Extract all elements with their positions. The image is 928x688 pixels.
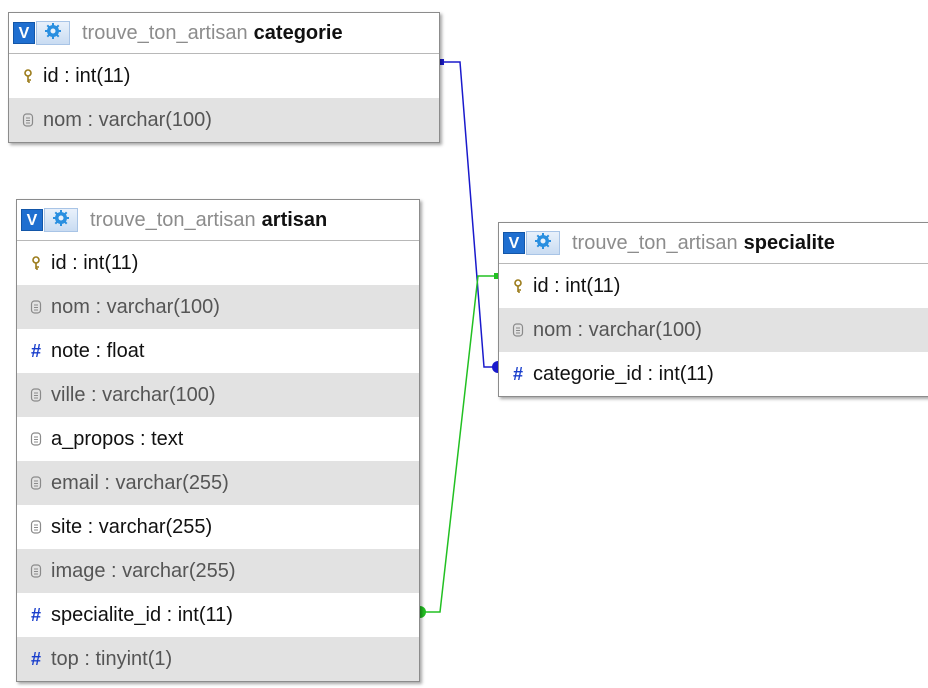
relation-artisan-specialite — [419, 275, 498, 613]
table-title: trouve_ton_artisan specialite — [572, 232, 835, 255]
text-column-icon — [507, 323, 529, 337]
table-name: specialite — [743, 231, 835, 254]
text-column-icon — [25, 300, 47, 314]
database-name: trouve_ton_artisan — [90, 208, 256, 231]
column-label: ville : varchar(100) — [51, 383, 216, 406]
table-artisan[interactable]: V trouve_ton_artisan artisan id : int(11)… — [16, 199, 420, 682]
hash-icon: # — [512, 363, 523, 384]
table-title: trouve_ton_artisan categorie — [82, 22, 343, 45]
column-row[interactable]: id : int(11) — [499, 264, 928, 308]
table-options-button[interactable] — [44, 208, 78, 232]
gear-icon — [45, 22, 61, 44]
toggle-columns-button[interactable]: V — [503, 232, 525, 254]
table-options-button[interactable] — [36, 21, 70, 45]
column-row[interactable]: site : varchar(255) — [17, 505, 419, 549]
gear-icon — [53, 209, 69, 231]
column-row[interactable]: # specialite_id : int(11) — [17, 593, 419, 637]
column-label: categorie_id : int(11) — [533, 362, 714, 385]
column-label: top : tinyint(1) — [51, 647, 173, 670]
column-label: id : int(11) — [533, 274, 621, 297]
text-column-icon — [25, 564, 47, 578]
column-row[interactable]: nom : varchar(100) — [17, 285, 419, 329]
database-name: trouve_ton_artisan — [572, 231, 738, 254]
hash-icon: # — [30, 604, 41, 625]
column-label: a_propos : text — [51, 427, 184, 450]
text-column-icon — [25, 388, 47, 402]
column-row[interactable]: # top : tinyint(1) — [17, 637, 419, 681]
hash-icon: # — [30, 648, 41, 669]
column-label: image : varchar(255) — [51, 559, 236, 582]
text-column-icon — [25, 476, 47, 490]
table-header[interactable]: V trouve_ton_artisan artisan — [17, 200, 419, 241]
column-row[interactable]: # categorie_id : int(11) — [499, 352, 928, 396]
key-icon — [25, 256, 47, 270]
column-label: email : varchar(255) — [51, 471, 229, 494]
column-row[interactable]: a_propos : text — [17, 417, 419, 461]
column-row[interactable]: id : int(11) — [17, 241, 419, 285]
column-row[interactable]: id : int(11) — [9, 54, 439, 98]
relation-specialite-categorie — [440, 61, 498, 368]
table-name: artisan — [261, 208, 328, 231]
key-icon — [507, 279, 529, 293]
gear-icon — [535, 232, 551, 254]
column-label: id : int(11) — [51, 251, 139, 274]
text-column-icon — [25, 432, 47, 446]
column-label: nom : varchar(100) — [51, 295, 220, 318]
toggle-columns-button[interactable]: V — [13, 22, 35, 44]
table-name: categorie — [253, 21, 343, 44]
table-header[interactable]: V trouve_ton_artisan specialite — [499, 223, 928, 264]
column-row[interactable]: # note : float — [17, 329, 419, 373]
column-row[interactable]: nom : varchar(100) — [9, 98, 439, 142]
column-row[interactable]: image : varchar(255) — [17, 549, 419, 593]
table-title: trouve_ton_artisan artisan — [90, 209, 327, 232]
column-label: specialite_id : int(11) — [51, 603, 233, 626]
table-options-button[interactable] — [526, 231, 560, 255]
hash-icon: # — [30, 340, 41, 361]
toggle-columns-button[interactable]: V — [21, 209, 43, 231]
column-row[interactable]: nom : varchar(100) — [499, 308, 928, 352]
column-row[interactable]: ville : varchar(100) — [17, 373, 419, 417]
relation-end-marker — [420, 606, 426, 618]
table-specialite[interactable]: V trouve_ton_artisan specialite id : int(… — [498, 222, 928, 397]
table-categorie[interactable]: V trouve_ton_artisan categorie id : int(1… — [8, 12, 440, 143]
text-column-icon — [25, 520, 47, 534]
database-name: trouve_ton_artisan — [82, 21, 248, 44]
key-icon — [17, 69, 39, 83]
table-header[interactable]: V trouve_ton_artisan categorie — [9, 13, 439, 54]
column-label: note : float — [51, 339, 145, 362]
column-label: nom : varchar(100) — [533, 318, 702, 341]
column-label: id : int(11) — [43, 64, 131, 87]
column-row[interactable]: email : varchar(255) — [17, 461, 419, 505]
column-label: site : varchar(255) — [51, 515, 213, 538]
text-column-icon — [17, 113, 39, 127]
column-label: nom : varchar(100) — [43, 108, 212, 131]
